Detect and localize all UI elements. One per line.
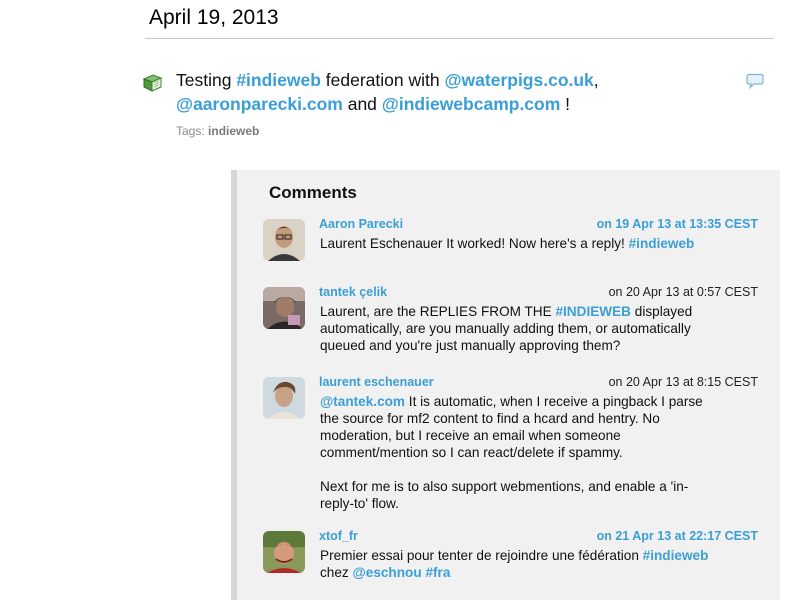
avatar[interactable] [263,287,305,329]
comment-time: on 20 Apr 13 at 0:57 CEST [608,285,758,299]
comment-paragraph: Next for me is to also support webmentio… [320,479,689,511]
comments-section: Comments Aaron Parecki on 19 Apr 13 at 1… [231,170,780,600]
post-text: and [342,94,382,114]
comment-author[interactable]: tantek çelik [319,285,387,299]
date-divider [145,38,774,39]
avatar[interactable] [263,219,305,261]
comment-author[interactable]: Aaron Parecki [319,217,403,231]
comment-time: on 20 Apr 13 at 8:15 CEST [608,375,758,389]
comment-body: @tantek.com It is automatic, when I rece… [320,393,720,512]
avatar[interactable] [263,377,305,419]
tag-link-indieweb[interactable]: #indieweb [236,70,321,90]
comment-body: Laurent, are the REPLIES FROM THE #INDIE… [320,303,720,354]
post-tags: Tags: indieweb [176,124,259,138]
post-text: Testing [176,70,237,90]
mention-link-aaronparecki[interactable]: @aaronparecki.com [176,94,343,114]
mention-link-indiewebcamp[interactable]: @indiewebcamp.com [382,94,561,114]
tag-link-indieweb[interactable]: #indieweb [629,236,695,251]
comment-body: Premier essai pour tenter de rejoindre u… [320,547,720,581]
comment-time[interactable]: on 19 Apr 13 at 13:35 CEST [597,217,758,231]
post-text: , [593,70,599,90]
mention-link-tantek[interactable]: @tantek.com [320,394,405,409]
comment-text: Laurent, are the REPLIES FROM THE [320,304,556,319]
book-icon [142,74,162,92]
post-text: federation with [320,70,445,90]
comment-author[interactable]: laurent eschenauer [319,375,434,389]
post-content: Testing #indieweb federation with @water… [176,68,696,116]
mention-link-waterpigs[interactable]: @waterpigs.co.uk [444,70,593,90]
comments-heading: Comments [269,183,357,202]
tag-link-indieweb[interactable]: #INDIEWEB [555,304,631,319]
avatar[interactable] [263,531,305,573]
comment-text: Laurent Eschenauer It worked! Now here's… [320,236,629,251]
comment-text: chez [320,565,353,580]
speech-bubble-icon[interactable] [746,73,764,89]
tag-link-indieweb[interactable]: #indieweb [643,548,709,563]
post-date: April 19, 2013 [149,6,279,29]
mention-link-eschnou[interactable]: @eschnou [353,565,422,580]
post-text: ! [560,94,571,114]
comment-paragraph: @tantek.com It is automatic, when I rece… [320,393,720,461]
comment-text: Premier essai pour tenter de rejoindre u… [320,548,643,563]
tag-link-fra[interactable]: #fra [425,565,450,580]
comment-author[interactable]: xtof_fr [319,529,358,543]
comment-body: Laurent Eschenauer It worked! Now here's… [320,235,720,252]
tags-label: Tags: [176,124,205,138]
comment-time[interactable]: on 21 Apr 13 at 22:17 CEST [597,529,758,543]
tag-link[interactable]: indieweb [208,124,259,138]
